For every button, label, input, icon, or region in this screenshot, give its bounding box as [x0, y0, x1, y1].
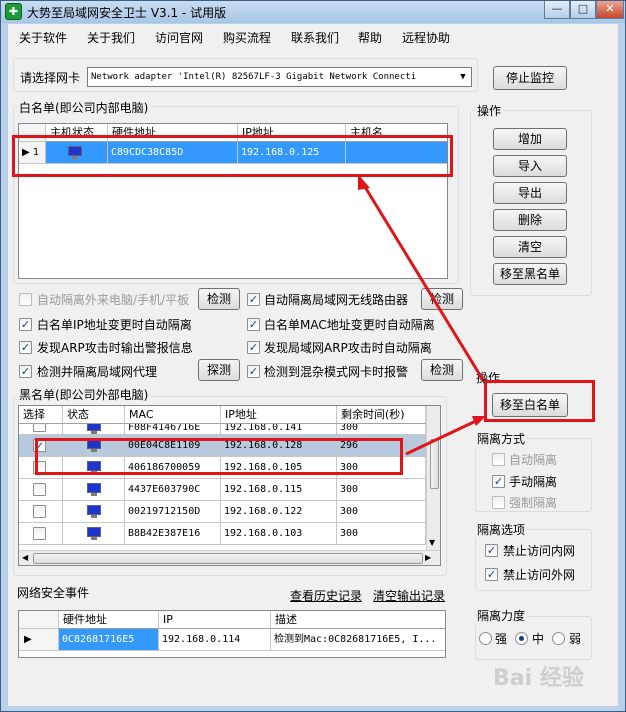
title-bar[interactable]: ✚ 大势至局域网安全卫士 V3.1 - 试用版 — □ ✕ — [1, 1, 625, 23]
app-window: ✚ 大势至局域网安全卫士 V3.1 - 试用版 — □ ✕ 关于软件 关于我们 … — [0, 0, 626, 712]
annotation-arrows — [358, 174, 486, 456]
client-area: 关于软件 关于我们 访问官网 购买流程 联系我们 帮助 远程协助 请选择网卡 N… — [8, 24, 618, 706]
shield-icon: ✚ — [5, 3, 22, 20]
arrow-head-whitelist — [358, 174, 370, 190]
minimize-button[interactable]: — — [544, 1, 570, 19]
maximize-button[interactable]: □ — [570, 1, 596, 19]
close-button[interactable]: ✕ — [596, 1, 624, 19]
arrow-to-button — [405, 418, 479, 456]
window-title: 大势至局域网安全卫士 V3.1 - 试用版 — [27, 6, 227, 20]
arrow-head-button — [472, 416, 486, 426]
arrow-to-whitelist — [360, 181, 485, 381]
